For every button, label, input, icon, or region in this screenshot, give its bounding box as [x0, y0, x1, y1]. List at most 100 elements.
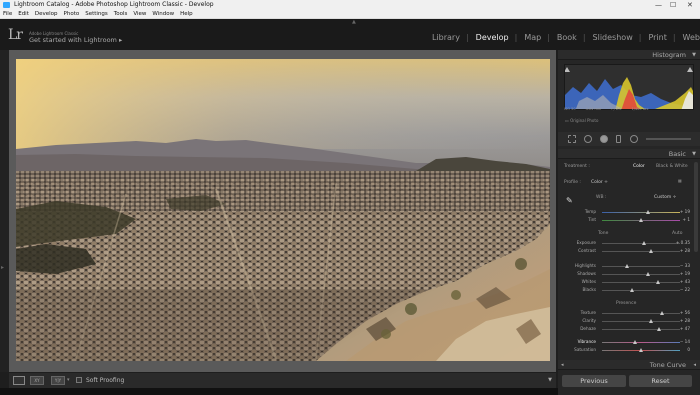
- slider-label: Shadows: [577, 271, 596, 276]
- reset-button[interactable]: Reset: [629, 375, 692, 387]
- slider-label: Highlights: [574, 263, 596, 268]
- maximize-icon[interactable]: ☐: [670, 0, 676, 10]
- close-icon[interactable]: ✕: [687, 0, 693, 10]
- slider-thumb[interactable]: [649, 248, 654, 253]
- module-library[interactable]: Library: [432, 33, 460, 42]
- loupe-view-button[interactable]: [13, 376, 25, 385]
- soft-proofing-checkbox[interactable]: [76, 377, 82, 383]
- wb-select[interactable]: Custom ÷: [654, 195, 676, 200]
- slider-label: Contrast: [578, 248, 596, 253]
- slider-blacks[interactable]: Blacks − 22: [558, 286, 700, 294]
- profile-select[interactable]: Color ÷: [591, 180, 608, 185]
- slider-thumb[interactable]: [657, 326, 662, 331]
- panel-left-arrow-icon[interactable]: ◂: [561, 360, 564, 370]
- main-photo[interactable]: [16, 59, 550, 361]
- menu-help[interactable]: Help: [177, 10, 196, 19]
- profile-label: Profile :: [564, 180, 581, 185]
- menu-photo[interactable]: Photo: [61, 10, 83, 19]
- collapse-icon[interactable]: ▼: [692, 149, 696, 159]
- original-photo-label: ▭ Original Photo: [565, 118, 599, 123]
- exif-shutter: 1/400 sec: [631, 107, 649, 111]
- right-panel-scrollbar[interactable]: [694, 162, 698, 252]
- red-eye-icon[interactable]: [600, 135, 608, 143]
- slider-label: Blacks: [582, 287, 596, 292]
- previous-button[interactable]: Previous: [562, 375, 626, 387]
- module-web[interactable]: Web: [683, 33, 700, 42]
- treatment-label: Treatment :: [564, 164, 590, 169]
- toolbar-menu-chevron-icon[interactable]: ▼: [548, 373, 552, 388]
- view-options-chevron-down-icon[interactable]: ▾: [67, 373, 70, 388]
- bottom-toolbar: XY Y|Y ▾ Soft Proofing ▼: [9, 373, 556, 388]
- slider-saturation[interactable]: Saturation 0: [558, 346, 700, 354]
- slider-shadows[interactable]: Shadows + 19: [558, 270, 700, 278]
- tone-curve-title: Tone Curve: [649, 361, 686, 369]
- slider-temp[interactable]: Temp + 19: [558, 208, 700, 216]
- slider-thumb[interactable]: [655, 279, 660, 284]
- brush-slider[interactable]: [646, 138, 691, 140]
- eyedropper-icon[interactable]: ✎: [566, 196, 573, 205]
- slider-thumb[interactable]: [638, 217, 643, 222]
- module-book[interactable]: Book: [557, 33, 577, 42]
- menu-edit[interactable]: Edit: [15, 10, 32, 19]
- exif-info: ISO 50 4.04 mm f / 2.0 1/400 sec: [564, 107, 694, 111]
- slider-thumb[interactable]: [625, 263, 630, 268]
- slider-thumb[interactable]: [649, 318, 654, 323]
- basic-header[interactable]: Basic ▼: [558, 149, 700, 159]
- radial-filter-icon[interactable]: [630, 135, 638, 143]
- slider-clarity[interactable]: Clarity + 28: [558, 317, 700, 325]
- slider-thumb[interactable]: [629, 287, 634, 292]
- crop-tool-icon[interactable]: [568, 135, 576, 143]
- slider-vibrance[interactable]: Vibrance − 14: [558, 338, 700, 346]
- slider-value: + 0.35: [675, 240, 690, 245]
- slider-value: + 28: [679, 318, 690, 323]
- spot-removal-icon[interactable]: [584, 135, 592, 143]
- module-map[interactable]: Map: [524, 33, 541, 42]
- slider-thumb[interactable]: [646, 209, 651, 214]
- expand-icon[interactable]: ◂: [693, 360, 696, 370]
- menu-develop[interactable]: Develop: [32, 10, 61, 19]
- left-panel-toggle-icon[interactable]: ▸: [1, 264, 4, 271]
- slider-thumb[interactable]: [633, 339, 638, 344]
- slider-highlights[interactable]: Highlights − 33: [558, 262, 700, 270]
- before-after-button[interactable]: XY: [30, 376, 44, 385]
- slider-exposure[interactable]: Exposure + 0.35: [558, 239, 700, 247]
- top-panel-toggle-icon[interactable]: ▲: [352, 19, 356, 25]
- module-slideshow[interactable]: Slideshow: [593, 33, 633, 42]
- slider-thumb[interactable]: [660, 310, 665, 315]
- treatment-bw[interactable]: Black & White: [656, 164, 688, 169]
- graduated-filter-icon[interactable]: [616, 135, 621, 143]
- exif-aperture: f / 2.0: [611, 107, 622, 111]
- auto-button[interactable]: Auto: [672, 231, 682, 236]
- menu-file[interactable]: File: [0, 10, 15, 19]
- module-develop[interactable]: Develop: [476, 33, 509, 42]
- title-bar: Lightroom Catalog - Adobe Photoshop Ligh…: [0, 0, 700, 10]
- histogram[interactable]: [564, 64, 694, 110]
- tone-curve-header[interactable]: ◂ Tone Curve ◂: [558, 360, 700, 370]
- profile-browser-icon[interactable]: ▦: [678, 178, 682, 183]
- menu-view[interactable]: View: [130, 10, 149, 19]
- get-started-link[interactable]: Get started with Lightroom ▸: [29, 36, 122, 44]
- menu-tools[interactable]: Tools: [111, 10, 131, 19]
- menu-window[interactable]: Window: [149, 10, 177, 19]
- collapse-icon[interactable]: ▼: [692, 50, 696, 60]
- slider-value: + 19: [679, 271, 690, 276]
- slider-value: + 47: [679, 326, 690, 331]
- before-after-split-button[interactable]: Y|Y: [51, 376, 65, 385]
- slider-thumb[interactable]: [646, 271, 651, 276]
- menu-bar: File Edit Develop Photo Settings Tools View Win…: [0, 10, 700, 19]
- slider-texture[interactable]: Texture + 56: [558, 309, 700, 317]
- slider-label: Whites: [581, 279, 596, 284]
- slider-tint[interactable]: Tint + 1: [558, 216, 700, 224]
- slider-dehaze[interactable]: Dehaze + 47: [558, 325, 700, 333]
- slider-thumb[interactable]: [638, 347, 643, 352]
- module-print[interactable]: Print: [648, 33, 666, 42]
- slider-label: Saturation: [574, 347, 596, 352]
- slider-thumb[interactable]: [642, 240, 647, 245]
- histogram-graph: [565, 67, 693, 109]
- histogram-header[interactable]: Histogram ▼: [558, 50, 700, 60]
- slider-whites[interactable]: Whites + 43: [558, 278, 700, 286]
- minimize-icon[interactable]: —: [655, 0, 662, 10]
- slider-contrast[interactable]: Contrast + 28: [558, 247, 700, 255]
- treatment-color[interactable]: Color: [633, 164, 645, 169]
- menu-settings[interactable]: Settings: [82, 10, 111, 19]
